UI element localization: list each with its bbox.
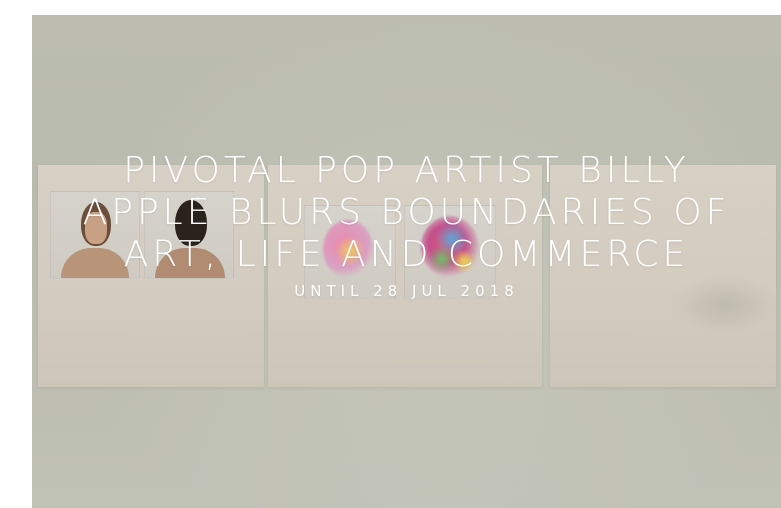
hero-caption[interactable]: PIVOTAL POP ARTIST BILLY APPLE BLURS BOU…: [32, 150, 781, 300]
exhibition-title[interactable]: PIVOTAL POP ARTIST BILLY APPLE BLURS BOU…: [77, 150, 737, 276]
exhibition-date: UNTIL 28 JUL 2018: [294, 282, 519, 300]
